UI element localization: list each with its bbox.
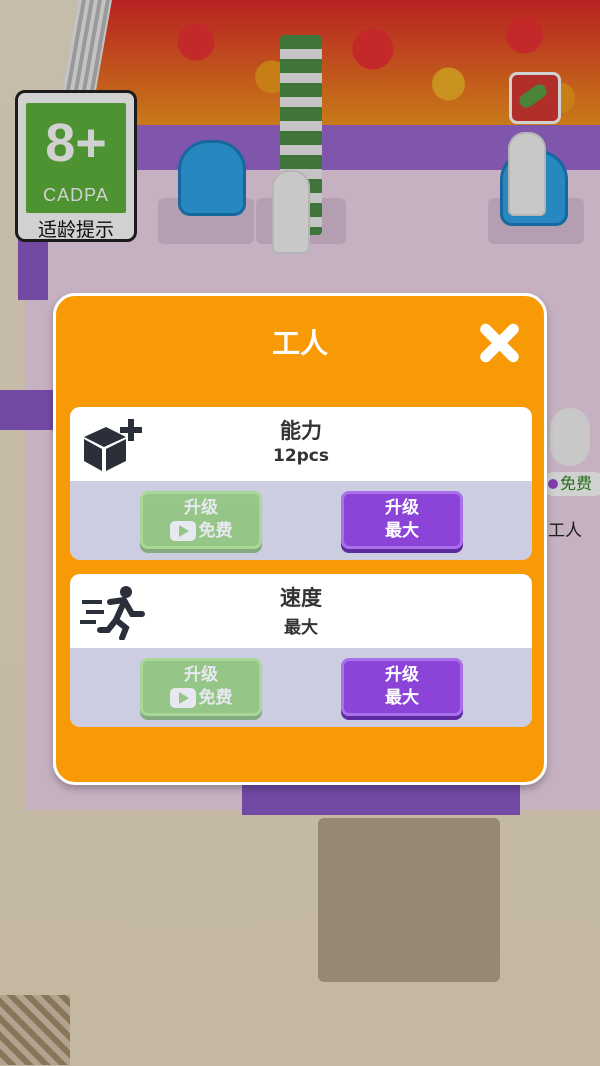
upgrade-max-button[interactable]: 升级 最大: [341, 491, 463, 549]
stat-value: 最大: [284, 618, 318, 638]
stat-value: 12pcs: [272, 446, 330, 466]
video-play-icon: [169, 521, 196, 541]
worker-upgrade-dialog: 工人 能力 12pcs 升级 免费 升级 最大 速度 最大 升级 免费 升级 最…: [53, 293, 547, 785]
upgrade-free-button[interactable]: 升级 免费: [140, 658, 262, 716]
video-play-icon: [169, 688, 196, 708]
stat-name: 速度: [280, 586, 322, 610]
card-header: 能力 12pcs: [70, 407, 532, 481]
upgrade-free-button[interactable]: 升级 免费: [140, 491, 262, 549]
upgrade-max-button[interactable]: 升级 最大: [341, 658, 463, 716]
speed-card: 速度 最大 升级 免费 升级 最大: [70, 574, 532, 727]
close-icon[interactable]: [476, 320, 522, 366]
dialog-title: 工人: [271, 327, 328, 360]
capacity-card: 能力 12pcs 升级 免费 升级 最大: [70, 407, 532, 560]
card-header: 速度 最大: [70, 574, 532, 648]
stat-name: 能力: [280, 419, 322, 443]
